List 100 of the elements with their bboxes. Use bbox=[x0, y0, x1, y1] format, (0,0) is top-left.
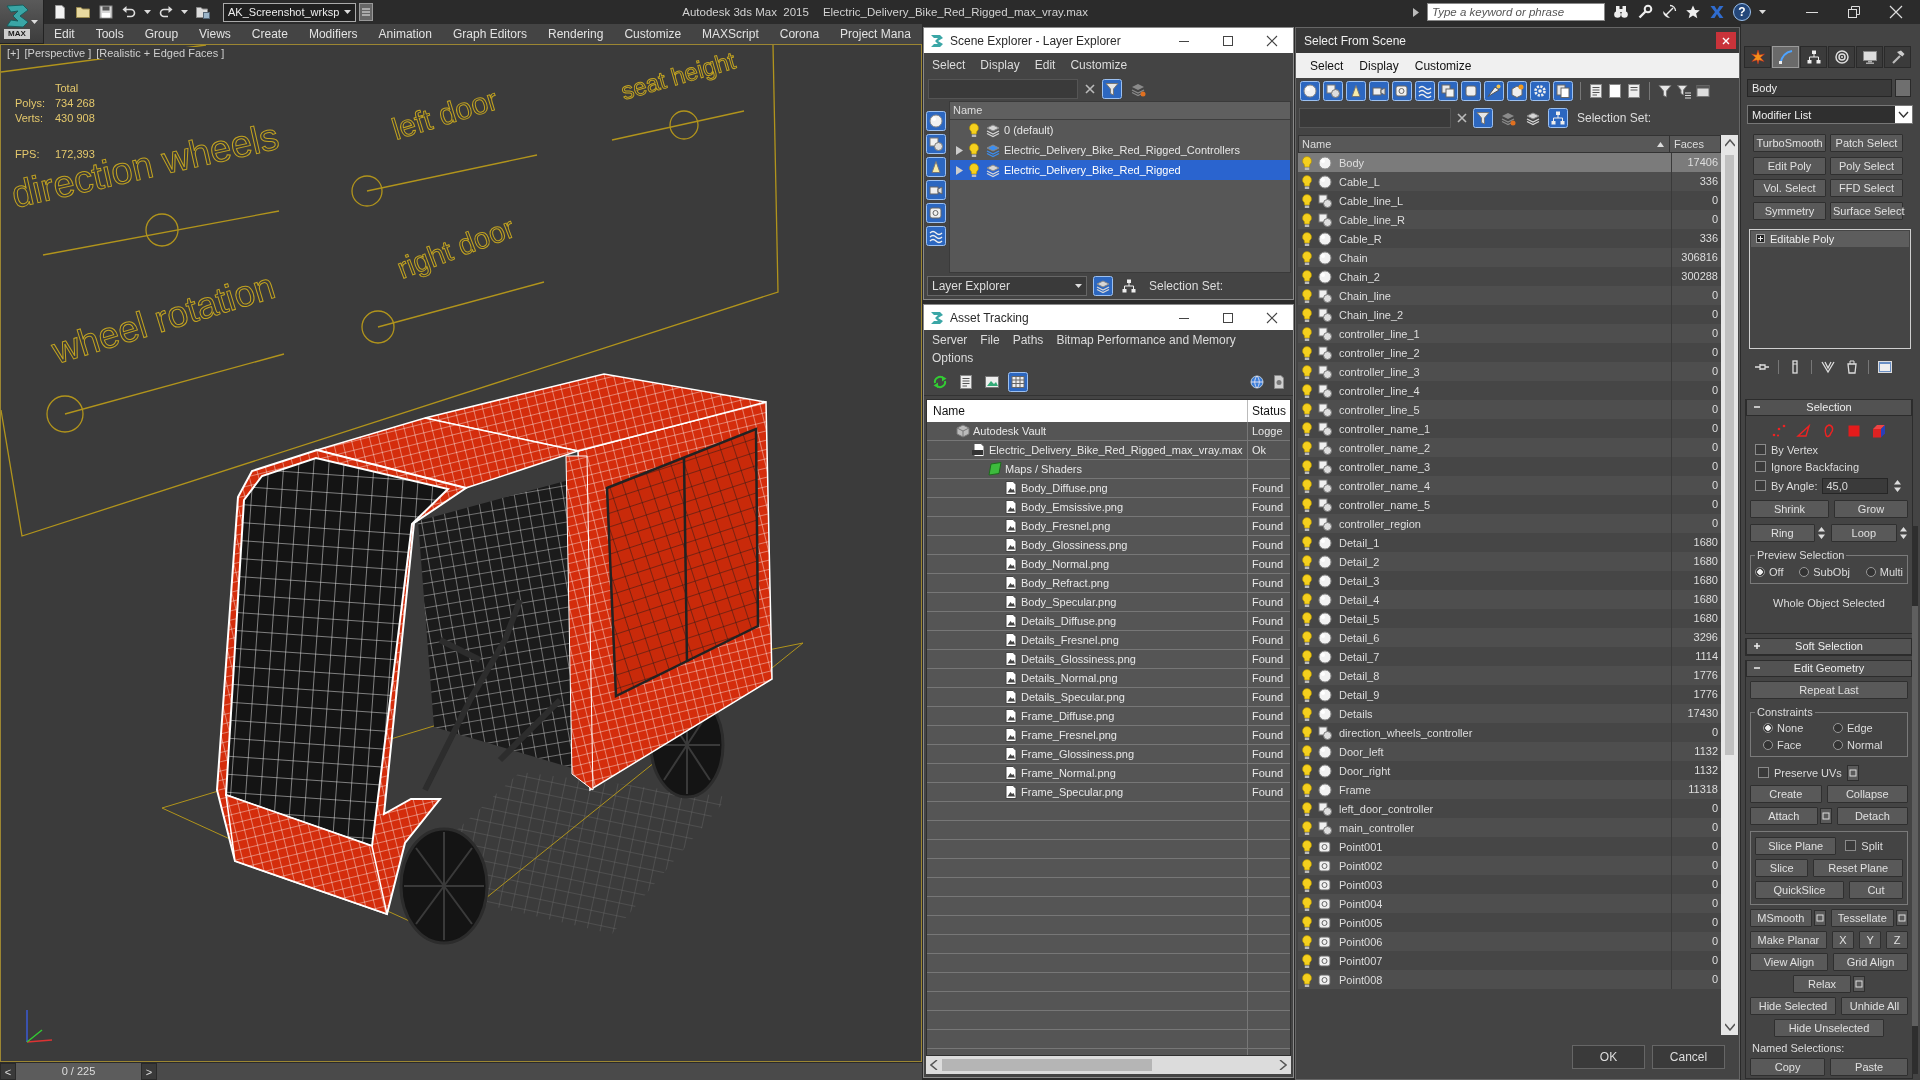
camera-icon[interactable] bbox=[926, 180, 946, 200]
collapse-icon[interactable] bbox=[1753, 403, 1761, 411]
sphere-icon[interactable] bbox=[1300, 81, 1320, 101]
close-icon[interactable] bbox=[1265, 310, 1279, 325]
square-icon[interactable] bbox=[1461, 81, 1481, 101]
panel-tab[interactable] bbox=[1800, 46, 1827, 68]
spinner-icon[interactable] bbox=[1893, 477, 1903, 494]
binoculars-icon[interactable] bbox=[1613, 4, 1629, 20]
lightbulb-icon[interactable] bbox=[1299, 591, 1315, 608]
asset-name[interactable]: Body_Refract.png bbox=[1021, 577, 1110, 589]
lightbulb-icon[interactable] bbox=[1299, 306, 1315, 323]
slider-control[interactable] bbox=[42, 210, 280, 256]
lightbulb-icon[interactable] bbox=[1299, 838, 1315, 855]
lightbulb-icon[interactable] bbox=[1299, 439, 1315, 456]
menu-item[interactable]: Customize bbox=[1414, 58, 1472, 73]
asset-name[interactable]: Body_Emsissive.png bbox=[1021, 501, 1124, 513]
lightbulb-icon[interactable] bbox=[1299, 857, 1315, 874]
lightbulb-icon[interactable] bbox=[1299, 325, 1315, 342]
object-row[interactable]: Cable_L 336 bbox=[1298, 172, 1721, 191]
asset-name[interactable]: Frame_Glossiness.png bbox=[1021, 748, 1135, 760]
spinner-icon[interactable] bbox=[1899, 524, 1908, 541]
menu-item[interactable]: Select bbox=[1310, 58, 1344, 73]
redo-icon[interactable] bbox=[158, 4, 174, 20]
lightbulb-icon[interactable] bbox=[1299, 249, 1315, 266]
object-row[interactable]: Detail_6 3296 bbox=[1298, 628, 1721, 647]
save-icon[interactable] bbox=[98, 4, 114, 20]
command-button[interactable]: Tessellate bbox=[1830, 908, 1894, 927]
lightbulb-icon[interactable] bbox=[1299, 173, 1315, 190]
lightbulb-icon[interactable] bbox=[1299, 477, 1315, 494]
clear-icon[interactable] bbox=[1084, 83, 1096, 95]
command-button[interactable]: Detach bbox=[1836, 806, 1908, 825]
modifier-button[interactable]: Patch Select bbox=[1830, 134, 1903, 152]
help-button[interactable]: ? bbox=[1733, 3, 1751, 21]
funnel-icon[interactable] bbox=[1473, 107, 1493, 128]
lightbulb-icon[interactable] bbox=[1299, 914, 1315, 931]
object-row[interactable]: Chain 306816 bbox=[1298, 248, 1721, 267]
command-button[interactable]: Y bbox=[1859, 930, 1882, 949]
layers-icon[interactable] bbox=[985, 162, 1001, 178]
box-icon[interactable] bbox=[1507, 81, 1527, 101]
object-row[interactable]: main_controller 0 bbox=[1298, 818, 1721, 837]
lightbulb-icon[interactable] bbox=[1299, 268, 1315, 285]
satellite-dish-icon[interactable] bbox=[1661, 4, 1677, 20]
layer-row[interactable]: 0 (default) bbox=[950, 120, 1290, 140]
vertical-scrollbar[interactable] bbox=[1721, 135, 1738, 1035]
lightbulb-icon[interactable] bbox=[966, 162, 982, 178]
modifier-button[interactable]: Symmetry bbox=[1753, 201, 1826, 220]
layer-row[interactable]: Electric_Delivery_Bike_Red_Rigged_Controllers bbox=[950, 140, 1290, 160]
slider-control[interactable] bbox=[361, 281, 545, 344]
command-button[interactable]: X bbox=[1831, 930, 1854, 949]
command-button[interactable]: Hide Unselected bbox=[1773, 1018, 1885, 1037]
lightbulb-icon[interactable] bbox=[1299, 515, 1315, 532]
settings-box-icon[interactable] bbox=[1896, 909, 1908, 926]
command-button[interactable]: Grow bbox=[1833, 499, 1908, 518]
settings-box-icon[interactable] bbox=[1819, 807, 1832, 824]
caret-icon[interactable] bbox=[1759, 10, 1766, 14]
object-row[interactable]: controller_line_5 0 bbox=[1298, 400, 1721, 419]
expand-box-icon[interactable] bbox=[1756, 234, 1765, 243]
caret-icon[interactable] bbox=[31, 19, 38, 24]
command-button[interactable]: Collapse bbox=[1826, 784, 1908, 803]
undo-icon[interactable] bbox=[121, 4, 137, 20]
radio-button[interactable] bbox=[1763, 722, 1773, 733]
object-row[interactable]: Detail_2 1680 bbox=[1298, 552, 1721, 571]
page-header-icon[interactable] bbox=[1626, 83, 1642, 99]
slider-control[interactable] bbox=[611, 110, 745, 141]
lightbulb-icon[interactable] bbox=[1299, 876, 1315, 893]
color-swatch-icon[interactable] bbox=[1895, 79, 1911, 97]
command-button[interactable]: Unhide All bbox=[1841, 996, 1908, 1015]
layers-icon[interactable] bbox=[985, 122, 1001, 138]
lightbulb-icon[interactable] bbox=[1299, 895, 1315, 912]
command-button[interactable]: Cut bbox=[1848, 880, 1903, 899]
command-button[interactable]: Copy bbox=[1750, 1057, 1826, 1076]
command-button[interactable]: Slice Plane bbox=[1755, 836, 1837, 855]
lightbulb-icon[interactable] bbox=[1299, 192, 1315, 209]
command-button[interactable]: Slice bbox=[1755, 858, 1809, 877]
settings-box-icon[interactable] bbox=[1846, 764, 1859, 781]
checkbox[interactable] bbox=[1758, 767, 1769, 778]
modifier-button[interactable]: Poly Select bbox=[1830, 156, 1903, 175]
scrollbar-thumb[interactable] bbox=[1725, 155, 1734, 755]
page-icon[interactable] bbox=[1607, 83, 1623, 99]
lightbulb-icon[interactable] bbox=[1299, 344, 1315, 361]
text-lines-icon[interactable] bbox=[958, 373, 974, 390]
asset-name[interactable]: Frame_Normal.png bbox=[1021, 767, 1116, 779]
object-row[interactable]: Chain_line 0 bbox=[1298, 286, 1721, 305]
lightbulb-icon[interactable] bbox=[1299, 819, 1315, 836]
column-header[interactable]: Name bbox=[950, 102, 1290, 120]
cross-icon[interactable] bbox=[1709, 4, 1725, 20]
radio-button[interactable] bbox=[1833, 722, 1843, 733]
tape-icon[interactable] bbox=[926, 203, 946, 223]
object-row[interactable]: Frame 11318 bbox=[1298, 780, 1721, 799]
command-button[interactable]: MSmooth bbox=[1750, 908, 1812, 927]
settings-box-icon[interactable] bbox=[1813, 909, 1826, 926]
star-icon[interactable] bbox=[1685, 4, 1701, 20]
menu-item[interactable]: Corona bbox=[779, 27, 820, 41]
command-button[interactable]: View Align bbox=[1750, 952, 1828, 971]
previous-frame-button[interactable]: < bbox=[0, 1063, 16, 1080]
viewport-menu-label[interactable]: [Realistic + Edged Faces ] bbox=[95, 47, 226, 59]
scrollbar-thumb[interactable] bbox=[1912, 606, 1918, 1026]
command-button[interactable]: Make Planar bbox=[1750, 930, 1827, 949]
wrench-icon[interactable] bbox=[1637, 4, 1653, 20]
object-row[interactable]: Point002 0 bbox=[1298, 856, 1721, 875]
